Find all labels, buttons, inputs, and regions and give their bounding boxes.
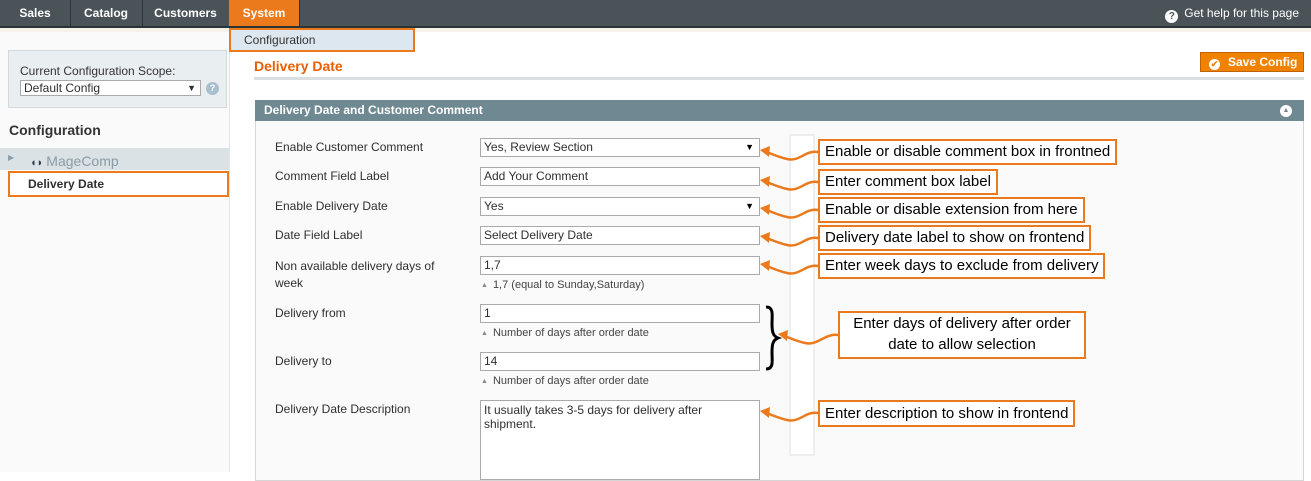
annotation-delivery-range: Enter days of delivery after order date …	[838, 311, 1086, 359]
arrow-7	[762, 410, 820, 422]
annotation-enable-extension: Enable or disable extension from here	[818, 197, 1085, 223]
arrowhead-1	[760, 146, 770, 157]
curly-brace	[765, 305, 783, 371]
annotation-delivery-range-line1: Enter days of delivery after order	[853, 315, 1071, 332]
arrow-1	[762, 149, 820, 161]
arrow-4	[762, 235, 820, 247]
arrow-2	[762, 179, 820, 191]
arrowhead-5	[760, 260, 770, 271]
arrowhead-4	[760, 232, 770, 243]
annotation-enable-comment: Enable or disable comment box in frontne…	[818, 139, 1118, 165]
annotation-description: Enter description to show in frontend	[818, 400, 1076, 427]
annotation-arrows	[760, 146, 840, 422]
arrow-5	[762, 263, 820, 275]
arrowhead-2	[760, 176, 770, 187]
arrowhead-3	[760, 204, 770, 215]
arrow-3	[762, 207, 820, 219]
arrowhead-6	[778, 330, 788, 341]
annotation-comment-label: Enter comment box label	[818, 169, 998, 195]
arrowhead-7	[760, 407, 770, 418]
annotation-delivery-range-line2: date to allow selection	[888, 336, 1036, 353]
annotation-date-label: Delivery date label to show on frontend	[818, 225, 1092, 251]
arrow-6	[780, 333, 840, 345]
annotation-week-days: Enter week days to exclude from delivery	[818, 253, 1106, 279]
